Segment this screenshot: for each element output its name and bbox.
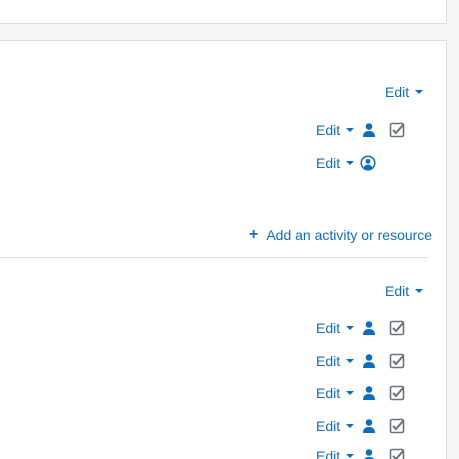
- checkbox-checked-icon[interactable]: [389, 320, 405, 336]
- activity-edit-label: Edit: [316, 353, 341, 369]
- activity-edit-menu[interactable]: Edit: [316, 416, 355, 436]
- course-sections-card: [0, 40, 447, 459]
- activity-edit-menu[interactable]: Edit: [316, 120, 355, 140]
- chevron-down-icon: [346, 454, 355, 458]
- activity-edit-menu[interactable]: Edit: [316, 153, 355, 173]
- activity-edit-label: Edit: [316, 122, 341, 138]
- user-icon[interactable]: [361, 448, 377, 459]
- activity-edit-menu[interactable]: Edit: [316, 446, 355, 459]
- checkbox-checked-icon[interactable]: [389, 418, 405, 434]
- chevron-down-icon: [346, 161, 355, 165]
- user-icon[interactable]: [361, 353, 377, 369]
- section-edit-menu[interactable]: Edit: [385, 281, 424, 301]
- checkbox-checked-icon[interactable]: [389, 353, 405, 369]
- user-icon[interactable]: [361, 122, 377, 138]
- section-edit-menu[interactable]: Edit: [385, 82, 424, 102]
- chevron-down-icon: [346, 424, 355, 428]
- previous-section-card: [0, 0, 447, 24]
- activity-edit-label: Edit: [316, 385, 341, 401]
- chevron-down-icon: [415, 90, 424, 94]
- section-edit-label: Edit: [385, 283, 410, 299]
- user-circle-icon[interactable]: [360, 155, 376, 171]
- checkbox-checked-icon[interactable]: [389, 385, 405, 401]
- activity-edit-menu[interactable]: Edit: [316, 318, 355, 338]
- user-icon[interactable]: [361, 385, 377, 401]
- activity-edit-label: Edit: [316, 418, 341, 434]
- activity-edit-label: Edit: [316, 448, 341, 459]
- plus-icon: +: [249, 226, 259, 243]
- activity-edit-menu[interactable]: Edit: [316, 351, 355, 371]
- section-divider: [0, 257, 428, 258]
- checkbox-checked-icon[interactable]: [389, 448, 405, 459]
- section-edit-label: Edit: [385, 84, 410, 100]
- activity-edit-menu[interactable]: Edit: [316, 383, 355, 403]
- add-activity-label: Add an activity or resource: [266, 227, 433, 243]
- chevron-down-icon: [346, 326, 355, 330]
- chevron-down-icon: [346, 359, 355, 363]
- checkbox-checked-icon[interactable]: [389, 122, 405, 138]
- add-activity-link[interactable]: + Add an activity or resource: [249, 225, 432, 245]
- user-icon[interactable]: [361, 418, 377, 434]
- chevron-down-icon: [415, 289, 424, 293]
- activity-edit-label: Edit: [316, 155, 341, 171]
- chevron-down-icon: [346, 391, 355, 395]
- activity-edit-label: Edit: [316, 320, 341, 336]
- chevron-down-icon: [346, 128, 355, 132]
- user-icon[interactable]: [361, 320, 377, 336]
